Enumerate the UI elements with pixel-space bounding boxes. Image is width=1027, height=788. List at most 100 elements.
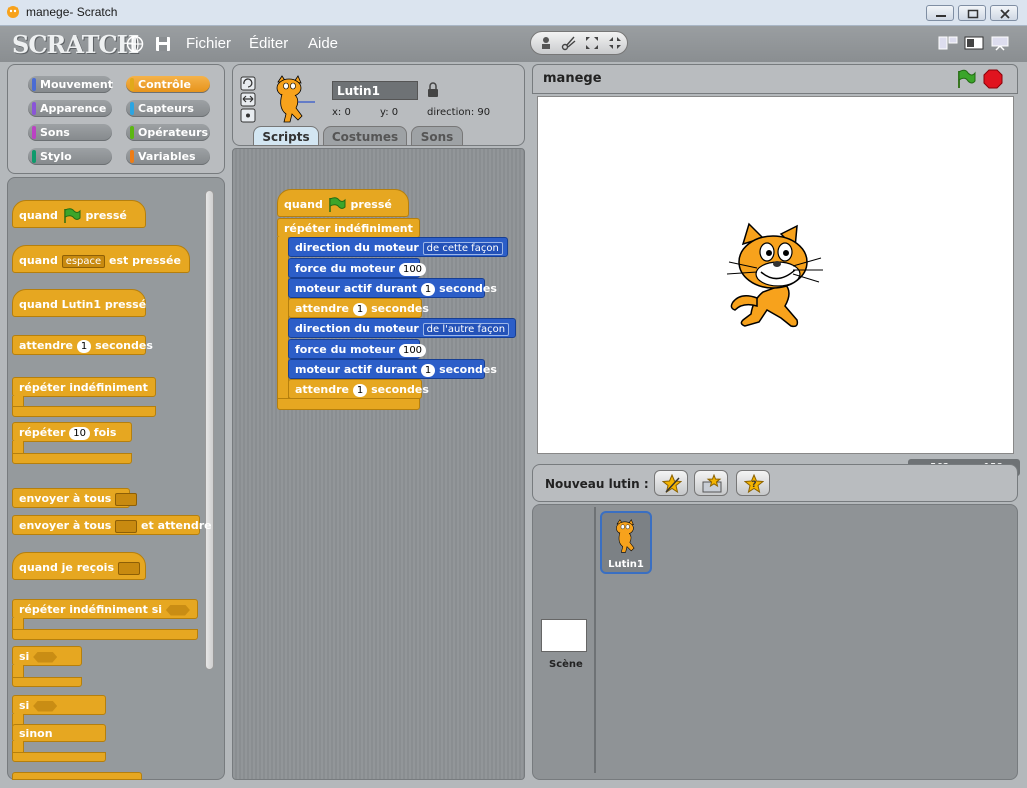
broadcast-wait-dropdown[interactable]	[115, 519, 138, 533]
import-sprite-button[interactable]	[694, 470, 728, 496]
paint-star-icon	[662, 474, 682, 494]
stage-label: Scène	[549, 659, 583, 670]
palette-when-sprite-clicked[interactable]: quand Lutin1 pressé	[12, 289, 146, 317]
minimize-button[interactable]	[926, 5, 954, 21]
rotate-left-right-icon[interactable]	[240, 92, 256, 107]
window-titlebar: manege- Scratch	[0, 0, 1027, 26]
save-disk-icon[interactable]	[154, 35, 172, 53]
category-operateurs[interactable]: Opérateurs	[126, 124, 210, 141]
stage-canvas[interactable]	[537, 96, 1014, 454]
forever-c-foot	[12, 406, 156, 417]
category-sons[interactable]: Sons	[28, 124, 112, 141]
block-categories: Mouvement Contrôle Apparence Capteurs So…	[7, 64, 225, 174]
green-flag-icon	[328, 197, 346, 212]
lock-icon[interactable]	[427, 82, 439, 98]
wait-seconds-input[interactable]: 1	[76, 339, 92, 353]
script-motor-power-2[interactable]: force du moteur 100	[288, 339, 427, 359]
globe-language-icon[interactable]	[126, 35, 144, 53]
presentation-mode-icon[interactable]	[990, 35, 1010, 51]
motor-on-seconds-input-1[interactable]: 1	[420, 282, 436, 296]
palette-repeat-block[interactable]: répéter 10 fois	[12, 422, 132, 442]
motor-power-input-2[interactable]: 100	[398, 343, 427, 357]
script-forever-block[interactable]: répéter indéfiniment	[277, 218, 420, 238]
sprite-cat-icon	[616, 519, 635, 553]
cat-sprite[interactable]	[723, 222, 827, 332]
sprite-name-field[interactable]: Lutin1	[332, 81, 418, 100]
sprite-direction-readout: direction: 90	[427, 107, 491, 118]
palette-forever-block[interactable]: répéter indéfiniment	[12, 377, 156, 397]
sprite-tile-lutin1[interactable]: Lutin1	[600, 511, 652, 574]
tab-costumes[interactable]: Costumes	[323, 126, 407, 146]
menu-help[interactable]: Aide	[308, 35, 338, 52]
rotation-style-buttons	[240, 76, 256, 123]
close-window-button[interactable]	[990, 5, 1018, 21]
palette-if-else-block[interactable]: si	[12, 695, 106, 715]
palette-wait-block[interactable]: attendre 1 secondes	[12, 335, 153, 355]
menu-file[interactable]: Fichier	[186, 35, 231, 52]
scratch-logo: SCRATCH	[12, 30, 139, 59]
green-flag-icon	[63, 208, 81, 223]
new-sprite-bar: Nouveau lutin :	[532, 464, 1018, 502]
palette-if-block[interactable]: si	[12, 646, 82, 666]
script-motor-power-1[interactable]: force du moteur 100	[288, 258, 427, 278]
duplicate-stamp-icon[interactable]	[538, 35, 554, 51]
shrink-icon[interactable]	[607, 35, 623, 51]
green-flag-icon[interactable]	[955, 69, 977, 89]
if-else-condition-slot[interactable]	[33, 700, 58, 712]
small-stage-layout-icon[interactable]	[938, 35, 958, 51]
tab-sons[interactable]: Sons	[411, 126, 463, 146]
palette-broadcast-block[interactable]: envoyer à tous	[12, 488, 138, 508]
motor-direction-dropdown-1[interactable]: de cette façon	[422, 241, 503, 255]
category-mouvement[interactable]: Mouvement	[28, 76, 113, 93]
category-capteurs[interactable]: Capteurs	[126, 100, 210, 117]
tab-scripts[interactable]: Scripts	[253, 126, 319, 146]
random-sprite-button[interactable]: ?	[736, 470, 770, 496]
wait-input-1[interactable]: 1	[352, 302, 368, 316]
script-motor-on-for-2[interactable]: moteur actif durant 1 secondes	[288, 359, 497, 379]
script-motor-on-for-1[interactable]: moteur actif durant 1 secondes	[288, 278, 497, 298]
palette-next-block-partial[interactable]	[12, 772, 142, 780]
if-condition-slot[interactable]	[33, 651, 58, 663]
condition-slot[interactable]	[165, 604, 190, 616]
category-stylo[interactable]: Stylo	[28, 148, 112, 165]
category-apparence[interactable]: Apparence	[28, 100, 112, 117]
grow-icon[interactable]	[584, 35, 600, 51]
script-motor-direction-1[interactable]: direction du moteur de cette façon	[288, 237, 508, 257]
wait-input-2[interactable]: 1	[352, 383, 368, 397]
stop-sign-icon[interactable]	[983, 69, 1003, 89]
menu-edit[interactable]: Éditer	[249, 35, 288, 52]
category-variables[interactable]: Variables	[126, 148, 210, 165]
palette-else-label: sinon	[12, 724, 106, 742]
palette-when-i-receive[interactable]: quand je reçois	[12, 552, 146, 580]
key-dropdown[interactable]: espace	[61, 254, 106, 268]
script-wait-2[interactable]: attendre 1 secondes	[288, 379, 429, 399]
maximize-button[interactable]	[958, 5, 986, 21]
stage-thumbnail[interactable]	[541, 619, 587, 652]
scratch-cat-icon	[7, 6, 19, 18]
broadcast-dropdown[interactable]	[115, 492, 138, 506]
script-wait-1[interactable]: attendre 1 secondes	[288, 298, 429, 318]
palette-when-flag-clicked[interactable]: quand pressé	[12, 200, 146, 228]
motor-on-seconds-input-2[interactable]: 1	[420, 363, 436, 377]
sprite-x-readout: x: 0	[332, 107, 351, 118]
script-when-flag-clicked[interactable]: quand pressé	[277, 189, 409, 217]
motor-power-input-1[interactable]: 100	[398, 262, 427, 276]
motor-direction-dropdown-2[interactable]: de l'autre façon	[422, 322, 510, 336]
palette-scrollbar[interactable]	[205, 190, 214, 670]
script-motor-direction-2[interactable]: direction du moteur de l'autre façon	[288, 318, 516, 338]
category-controle[interactable]: Contrôle	[126, 76, 210, 93]
normal-stage-layout-icon[interactable]	[964, 35, 984, 51]
palette-forever-if-block[interactable]: répéter indéfiniment si	[12, 599, 198, 619]
delete-scissors-icon[interactable]	[561, 35, 577, 51]
repeat-count-input[interactable]: 10	[69, 426, 90, 440]
project-title: manege	[543, 71, 602, 86]
sprite-y-readout: y: 0	[380, 107, 399, 118]
no-rotate-icon[interactable]	[240, 108, 256, 123]
sprite-tile-label: Lutin1	[608, 559, 644, 570]
palette-when-key-pressed[interactable]: quand espace est pressée	[12, 245, 190, 273]
palette-broadcast-and-wait-block[interactable]: envoyer à tous et attendre	[12, 515, 212, 535]
stage-header: manege	[532, 64, 1018, 94]
receive-dropdown[interactable]	[117, 561, 140, 575]
rotate-free-icon[interactable]	[240, 76, 256, 91]
paint-new-sprite-button[interactable]	[654, 470, 688, 496]
